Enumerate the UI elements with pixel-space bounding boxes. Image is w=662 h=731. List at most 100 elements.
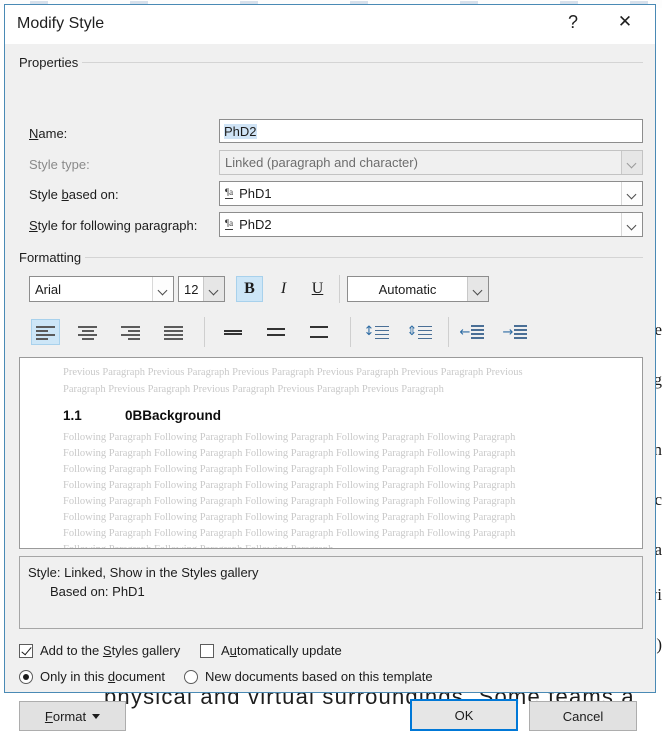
chevron-down-icon[interactable] — [152, 277, 173, 301]
ok-button-label: OK — [455, 708, 474, 723]
description-line-1: Style: Linked, Show in the Styles galler… — [28, 563, 634, 582]
style-following-paragraph-value: ¶a PhD2 — [220, 217, 621, 232]
format-button[interactable]: Format — [19, 701, 126, 731]
font-color-combo[interactable]: Automatic — [347, 276, 489, 302]
decrease-indent-icon: ← — [460, 324, 484, 340]
properties-group-label: Properties — [15, 55, 82, 70]
style-name-input[interactable]: PhD2 — [219, 119, 643, 143]
chevron-down-icon — [621, 151, 642, 174]
toolbar-separator — [204, 317, 205, 347]
help-icon[interactable]: ? — [551, 5, 595, 39]
toolbar-separator — [448, 317, 449, 347]
preview-heading: 1.10BBackground — [63, 408, 221, 423]
description-line-2: Based on: PhD1 — [28, 582, 634, 601]
cancel-button[interactable]: Cancel — [529, 701, 637, 731]
style-description-box: Style: Linked, Show in the Styles galler… — [19, 556, 643, 629]
modify-style-dialog: Modify Style ? ✕ Properties Name: PhD2 S… — [4, 4, 656, 693]
style-based-on-combo[interactable]: ¶a PhD1 — [219, 181, 643, 206]
underline-button[interactable]: U — [304, 276, 331, 302]
align-center-icon — [78, 325, 97, 340]
close-icon[interactable]: ✕ — [603, 5, 647, 39]
decrease-indent-button[interactable]: ← — [457, 319, 486, 345]
preview-previous-line: Previous Paragraph Previous Paragraph Pr… — [63, 367, 523, 378]
preview-following-line: Following Paragraph Following Paragraph … — [63, 544, 333, 549]
preview-following-line: Following Paragraph Following Paragraph … — [63, 448, 515, 459]
ok-button[interactable]: OK — [410, 699, 518, 731]
style-type-value: Linked (paragraph and character) — [220, 155, 621, 170]
formatting-group-line — [85, 257, 643, 258]
decrease-paragraph-spacing-icon: ⇕ — [406, 324, 432, 341]
font-size-value: 12 — [179, 282, 203, 297]
font-family-value: Arial — [30, 282, 152, 297]
line-spacing-1.5-button[interactable] — [261, 319, 290, 345]
bold-icon: B — [244, 280, 255, 298]
dialog-title: Modify Style — [17, 15, 104, 33]
style-following-paragraph-label: Style for following paragraph: — [29, 218, 197, 233]
align-right-button[interactable] — [116, 319, 145, 345]
align-right-icon — [121, 325, 140, 340]
preview-heading-number: 1.1 — [63, 408, 125, 423]
formatting-group-label: Formatting — [15, 250, 85, 265]
preview-following-line: Following Paragraph Following Paragraph … — [63, 464, 515, 475]
font-color-value: Automatic — [348, 282, 467, 297]
preview-following-line: Following Paragraph Following Paragraph … — [63, 528, 515, 539]
automatically-update-checkbox[interactable]: Automatically update — [200, 643, 342, 658]
line-spacing-double-button[interactable] — [304, 319, 333, 345]
name-label-text: ame: — [38, 126, 67, 141]
style-name-value: PhD2 — [224, 124, 257, 139]
chevron-down-icon[interactable] — [203, 277, 224, 301]
paragraph-style-icon: ¶a — [225, 219, 233, 230]
bold-button[interactable]: B — [236, 276, 263, 302]
increase-paragraph-spacing-button[interactable]: ↕ — [361, 318, 390, 346]
line-spacing-double-icon — [310, 325, 328, 339]
chevron-down-icon[interactable] — [467, 277, 488, 301]
preview-previous-line: Paragraph Previous Paragraph Previous Pa… — [63, 384, 444, 395]
new-documents-radio[interactable]: New documents based on this template — [184, 669, 433, 684]
decrease-paragraph-spacing-button[interactable]: ⇕ — [404, 318, 433, 346]
radio-icon — [19, 670, 33, 684]
paragraph-style-icon: ¶a — [225, 188, 233, 199]
automatically-update-label: Automatically update — [221, 643, 342, 658]
checkbox-icon — [200, 644, 214, 658]
line-spacing-single-button[interactable] — [218, 319, 247, 345]
align-justify-icon — [164, 325, 183, 340]
preview-following-line: Following Paragraph Following Paragraph … — [63, 480, 515, 491]
line-spacing-1.5-icon — [267, 325, 285, 339]
underline-icon: U — [312, 280, 324, 298]
new-documents-label: New documents based on this template — [205, 669, 433, 684]
style-based-on-text: PhD1 — [239, 186, 272, 201]
background-text-fragment: ) — [656, 635, 662, 655]
only-in-this-document-radio[interactable]: Only in this document — [19, 669, 165, 684]
italic-button[interactable]: I — [270, 276, 297, 302]
only-in-this-document-label: Only in this document — [40, 669, 165, 684]
dialog-body: Properties Name: PhD2 Style type: Linked… — [5, 44, 655, 692]
preview-following-line: Following Paragraph Following Paragraph … — [63, 496, 515, 507]
preview-heading-text: 0BBackground — [125, 408, 221, 423]
preview-following-line: Following Paragraph Following Paragraph … — [63, 432, 515, 443]
style-type-combo: Linked (paragraph and character) — [219, 150, 643, 175]
radio-icon — [184, 670, 198, 684]
line-spacing-single-icon — [224, 325, 242, 339]
italic-icon: I — [281, 280, 286, 298]
align-justify-button[interactable] — [159, 319, 188, 345]
name-label: Name: — [29, 126, 67, 141]
style-following-text: PhD2 — [239, 217, 272, 232]
font-family-combo[interactable]: Arial — [29, 276, 174, 302]
format-button-label: Format — [45, 709, 86, 724]
preview-following-line: Following Paragraph Following Paragraph … — [63, 512, 515, 523]
style-following-paragraph-combo[interactable]: ¶a PhD2 — [219, 212, 643, 237]
align-left-button[interactable] — [31, 319, 60, 345]
font-size-combo[interactable]: 12 — [178, 276, 225, 302]
style-type-label: Style type: — [29, 157, 90, 172]
chevron-down-icon[interactable] — [621, 182, 642, 205]
toolbar-separator — [339, 275, 340, 303]
add-to-styles-gallery-checkbox[interactable]: Add to the Styles gallery — [19, 643, 180, 658]
add-to-styles-gallery-label: Add to the Styles gallery — [40, 643, 180, 658]
chevron-down-icon[interactable] — [621, 213, 642, 236]
increase-indent-button[interactable]: → — [500, 319, 529, 345]
cancel-button-label: Cancel — [563, 709, 603, 724]
dialog-titlebar: Modify Style ? ✕ — [5, 5, 655, 44]
align-center-button[interactable] — [73, 319, 102, 345]
toolbar-separator — [350, 317, 351, 347]
style-preview-pane: Previous Paragraph Previous Paragraph Pr… — [19, 357, 643, 549]
